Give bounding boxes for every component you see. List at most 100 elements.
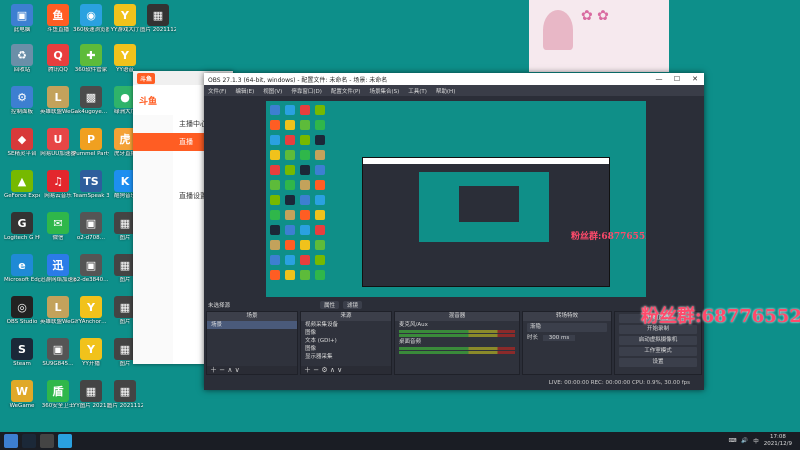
mixer-header: 混音器 — [395, 312, 519, 321]
desktop-icon[interactable]: 鱼斗鱼直播 — [40, 4, 76, 34]
start-icon[interactable] — [4, 434, 18, 448]
desktop-icon[interactable]: TS TeamSpeak 3 — [73, 170, 109, 200]
desktop-icon[interactable]: ▣ SU9G845… — [40, 338, 76, 368]
desktop-icon[interactable]: ♻ 回收站 — [4, 44, 40, 74]
app-icon: ◆ — [11, 128, 33, 150]
desktop-icon[interactable]: ▣ o2-d708… — [73, 212, 109, 242]
nested-icon — [315, 255, 325, 265]
desktop-icon[interactable]: W WeGame — [4, 380, 40, 410]
desktop-icon-label: YY图片 2021112… — [73, 403, 109, 409]
desktop-icon-label: 斗鱼直播 — [46, 27, 69, 33]
desktop-icon[interactable]: ✉ 微信 — [40, 212, 76, 242]
nested-icon — [300, 135, 310, 145]
desktop-icon[interactable]: 盾 360安全卫士 — [40, 380, 76, 410]
obs-statusbar: LIVE: 00:00:00 REC: 00:00:00 CPU: 0.9%, … — [204, 377, 704, 390]
desktop-icon[interactable]: Q 腾讯QQ — [40, 44, 76, 74]
nested-icon — [315, 270, 325, 280]
desktop-icon-label: TeamSpeak 3 — [73, 193, 109, 199]
volume-icon[interactable]: 🔊 — [741, 438, 748, 444]
desktop-icon[interactable]: ▣ 此电脑 — [4, 4, 40, 34]
app-icon: L — [47, 86, 69, 108]
desktop-icon-label: OBS Studio — [6, 319, 38, 325]
desktop-icon[interactable]: Y YY开播 — [73, 338, 109, 368]
ime-indicator[interactable]: 中 — [753, 437, 759, 445]
desktop-icon-label: o2-de3840… — [73, 277, 109, 283]
obs-taskbar-icon[interactable] — [40, 434, 54, 448]
desktop-icon[interactable]: ◆ SE精灵平台 — [4, 128, 40, 158]
scene-item[interactable]: 场景 — [207, 321, 297, 329]
desktop-icon-label: YY游戏大厅 — [110, 27, 140, 33]
source-item[interactable]: 视频采集设备 — [301, 321, 391, 329]
virtual-camera-button[interactable]: 启动虚拟摄像机 — [619, 336, 697, 345]
desktop-icon[interactable]: P Pummel Party — [73, 128, 109, 158]
desktop-icon[interactable]: 迅迅游网络加速器 — [40, 254, 76, 284]
desktop-icon[interactable]: S Steam — [4, 338, 40, 368]
menu-docks[interactable]: 停靠窗口(D) — [291, 87, 322, 95]
desktop-icon-label: YYAnchor… — [75, 319, 107, 325]
settings-button[interactable]: 设置 — [619, 358, 697, 367]
desktop-icon-label: 360安全卫士 — [41, 403, 75, 409]
obs-preview[interactable]: 粉丝群:687765529 — [208, 99, 700, 299]
app-icon: ◉ — [80, 4, 102, 26]
desktop-icon[interactable]: ▲GeForce Experience — [4, 170, 40, 200]
transition-select[interactable]: 渐隐 — [527, 323, 607, 332]
menu-profile[interactable]: 配置文件(P) — [331, 87, 361, 95]
nested-icon — [270, 255, 280, 265]
menu-help[interactable]: 帮助(H) — [436, 87, 455, 95]
duration-input[interactable]: 300 ms — [542, 335, 576, 341]
desktop-icon[interactable]: GLogitech G HUB — [4, 212, 40, 242]
desktop-icon-label: 360软件管家 — [74, 67, 108, 73]
filters-button[interactable]: 滤镜 — [343, 300, 363, 309]
desktop-icon[interactable]: ▦图片 2021112… — [140, 4, 176, 34]
desktop-icon-label: 英雄联盟WeGame — [40, 109, 76, 115]
close-icon[interactable]: ✕ — [686, 75, 704, 83]
clock[interactable]: 17:08 2021/12/9 — [764, 434, 792, 448]
desktop-icon[interactable]: ▦YY图片 2021112… — [73, 380, 109, 410]
source-item[interactable]: 图像 — [301, 329, 391, 337]
nested-icon — [270, 180, 280, 190]
desktop-icon[interactable]: U 网易UU加速器 — [40, 128, 76, 158]
desktop-icon-label: Logitech G HUB — [4, 235, 40, 241]
app-icon: S — [11, 338, 33, 360]
desktop-icon[interactable]: ✚ 360软件管家 — [73, 44, 109, 74]
menu-tools[interactable]: 工具(T) — [408, 87, 427, 95]
sources-toolbar: ＋ − ⚙ ∧ ∨ — [301, 366, 391, 374]
studio-mode-button[interactable]: 工作室模式 — [619, 347, 697, 356]
obs-window[interactable]: OBS 27.1.3 (64-bit, windows) - 配置文件: 未命名… — [204, 73, 704, 390]
desktop-icon[interactable]: ♫ 网易云音乐 — [40, 170, 76, 200]
desktop-icon[interactable]: ▦图片 2021112… — [107, 380, 143, 410]
app-icon: U — [47, 128, 69, 150]
desktop-icon[interactable]: Y YY语音 — [107, 44, 143, 74]
app-icon: Y — [80, 338, 102, 360]
desktop-icon[interactable]: L英雄联盟WeGame — [40, 86, 76, 116]
nested-icon — [285, 105, 295, 115]
maximize-icon[interactable]: ☐ — [668, 75, 686, 83]
minimize-icon[interactable]: — — [650, 75, 668, 83]
source-item[interactable]: 文本 (GDI+) — [301, 337, 391, 345]
source-item[interactable]: 显示器采集 — [301, 353, 391, 361]
desktop-icon[interactable]: eMicrosoft Edge — [4, 254, 40, 284]
menu-edit[interactable]: 编辑(E) — [235, 87, 254, 95]
menu-view[interactable]: 视图(V) — [263, 87, 282, 95]
app-icon: 盾 — [47, 380, 69, 402]
desktop-icon[interactable]: Y YYAnchor… — [73, 296, 109, 326]
desktop-icon[interactable]: L英雄联盟WeGame版 — [40, 296, 76, 326]
steam-taskbar-icon[interactable] — [22, 434, 36, 448]
browser-taskbar-icon[interactable] — [58, 434, 72, 448]
desktop-icon[interactable]: ▣ o2-de3840… — [73, 254, 109, 284]
properties-button[interactable]: 属性 — [320, 300, 340, 309]
app-icon: Y — [114, 4, 136, 26]
source-item[interactable]: 图像 — [301, 345, 391, 353]
desktop-icon[interactable]: ◉ 360极速浏览器 — [73, 4, 109, 34]
nested-icon — [270, 135, 280, 145]
desktop-icon[interactable]: Y YY游戏大厅 — [107, 4, 143, 34]
desktop-icon[interactable]: ◎ OBS Studio — [4, 296, 40, 326]
network-icon[interactable]: ⌨ — [728, 438, 736, 444]
obs-titlebar[interactable]: OBS 27.1.3 (64-bit, windows) - 配置文件: 未命名… — [204, 73, 704, 85]
menu-scene-collection[interactable]: 场景集合(S) — [369, 87, 399, 95]
desktop-icon[interactable]: ⚙ 控制面板 — [4, 86, 40, 116]
audio-meter — [399, 334, 515, 337]
desktop-icon-label: 图片 2021112… — [107, 403, 143, 409]
desktop-icon[interactable]: ▩ ak4ugoye… — [73, 86, 109, 116]
menu-file[interactable]: 文件(F) — [208, 87, 226, 95]
